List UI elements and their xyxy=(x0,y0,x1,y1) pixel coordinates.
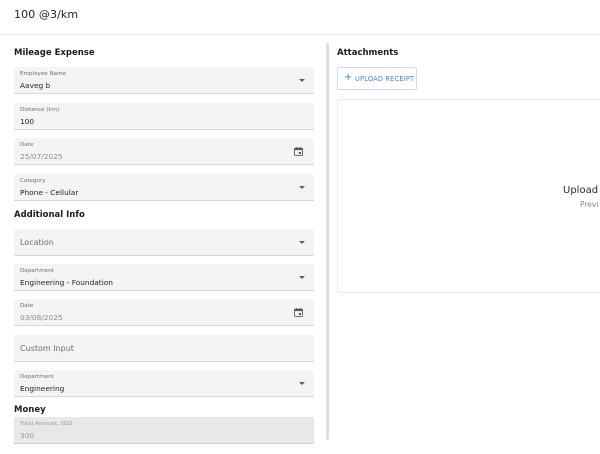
calendar-icon[interactable] xyxy=(294,147,303,156)
distance-value: 100 xyxy=(20,117,35,126)
attachments-heading: Attachments xyxy=(337,48,399,58)
department-value: Engineering - Foundation xyxy=(20,278,113,287)
department-engineering-select[interactable]: Department Engineering xyxy=(14,370,314,397)
distance-label: Distance (km) xyxy=(20,107,60,113)
plus-icon: + xyxy=(344,72,353,83)
total-amount-value: 300 xyxy=(20,431,35,440)
location-select[interactable]: Location xyxy=(14,229,314,256)
chevron-down-icon xyxy=(299,276,305,279)
additional-date-label: Date xyxy=(20,303,34,309)
chevron-down-icon xyxy=(299,241,305,244)
expense-form-page: 100 @3/km Mileage Expense Employee Name … xyxy=(0,0,600,454)
additional-date-value: 03/08/2025 xyxy=(20,313,63,322)
calendar-icon[interactable] xyxy=(294,308,303,317)
mileage-date-input[interactable]: Date 25/07/2025 xyxy=(14,138,314,165)
category-select[interactable]: Category Phone - Cellular xyxy=(14,174,314,201)
page-title: 100 @3/km xyxy=(14,8,79,21)
category-label: Category xyxy=(20,178,46,184)
chevron-down-icon xyxy=(299,79,305,82)
upload-receipt-label: UPLOAD RECEIPT xyxy=(355,75,415,83)
total-amount-field: Total Amount, SGD 300 xyxy=(14,417,314,444)
mileage-expense-heading: Mileage Expense xyxy=(14,48,95,58)
department-label: Department xyxy=(20,374,54,380)
mileage-date-label: Date xyxy=(20,142,34,148)
mileage-date-value: 25/07/2025 xyxy=(20,152,63,161)
location-placeholder: Location xyxy=(20,238,54,247)
department-foundation-select[interactable]: Department Engineering - Foundation xyxy=(14,264,314,291)
dropzone-title: Upload f xyxy=(563,185,600,196)
attachments-column: Attachments + UPLOAD RECEIPT Upload f Pr… xyxy=(337,35,600,454)
department-value: Engineering xyxy=(20,384,65,393)
money-heading: Money xyxy=(14,405,46,415)
form-column: Mileage Expense Employee Name Aaveg b Di… xyxy=(0,35,326,454)
custom-input-placeholder: Custom Input xyxy=(20,344,74,353)
dropzone-subtitle: Previ xyxy=(580,200,599,209)
employee-name-label: Employee Name xyxy=(20,71,66,77)
chevron-down-icon xyxy=(299,186,305,189)
category-value: Phone - Cellular xyxy=(20,188,79,197)
additional-date-input[interactable]: Date 03/08/2025 xyxy=(14,299,314,326)
employee-name-select[interactable]: Employee Name Aaveg b xyxy=(14,67,314,94)
upload-receipt-button[interactable]: + UPLOAD RECEIPT xyxy=(337,67,417,90)
custom-input-field[interactable]: Custom Input xyxy=(14,335,314,362)
chevron-down-icon xyxy=(299,382,305,385)
additional-info-heading: Additional Info xyxy=(14,210,85,220)
employee-name-value: Aaveg b xyxy=(20,81,51,90)
page-header: 100 @3/km xyxy=(0,0,600,35)
distance-input[interactable]: Distance (km) 100 xyxy=(14,103,314,130)
receipt-dropzone[interactable]: Upload f Previ xyxy=(337,99,600,293)
total-amount-label: Total Amount, SGD xyxy=(20,421,73,427)
form-scrollbar[interactable] xyxy=(326,43,329,440)
department-label: Department xyxy=(20,268,54,274)
